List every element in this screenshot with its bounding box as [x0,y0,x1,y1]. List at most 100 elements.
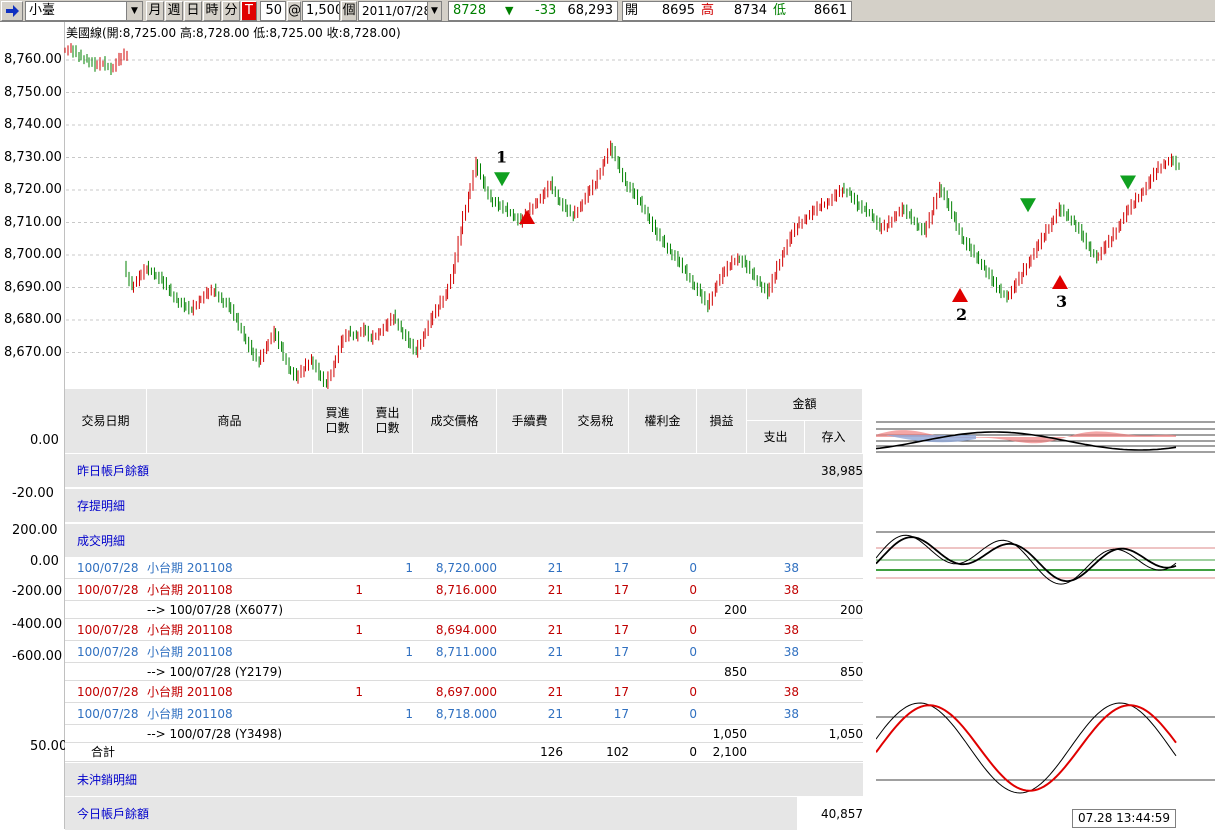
macd-indicator-panel[interactable] [876,389,1215,479]
col-buy-qty-line1: 買進 [325,406,350,420]
toolbar: 小臺 ▼ 月 週 日 時 分 T 50 @ 1,500 個 2011/07/28… [0,0,1215,22]
col-amount: 金額 [747,389,863,421]
col-fee[interactable]: 手續費 [497,389,563,453]
col-buy-qty[interactable]: 買進 口數 [313,389,363,453]
date-select[interactable]: 2011/07/28 ▼ [358,1,442,21]
reference-row: --> 100/07/28 (X6077) 200 200 [65,600,863,619]
clock: 07.28 13:44:59 [1072,809,1176,828]
reference-row: --> 100/07/28 (Y2179) 850 850 [65,662,863,681]
col-in[interactable]: 存入 [805,421,863,453]
buy-marker [1052,275,1068,289]
sell-marker [494,172,510,187]
cell-fee: 21 [547,561,563,575]
indicator-tick-label: 0.00 [30,433,59,448]
cell-price: 8,718.000 [435,707,497,721]
table-row[interactable]: 100/07/28 小台期 201108 1 8,711.000 21 17 0 38 [65,642,863,663]
cell-premium: 0 [689,623,697,637]
cell-product: 小台期 201108 [147,685,233,699]
table-row[interactable]: 100/07/28 小台期 201108 1 8,716.000 21 17 0 38 [65,580,863,601]
unit-input[interactable]: 1,500 [302,1,340,21]
period-minute-button[interactable]: 分 [222,1,240,21]
tick-flag-button[interactable]: T [241,1,257,21]
cell-premium: 0 [689,685,697,699]
cell-out: 38 [783,645,799,659]
cell-tax: 17 [613,685,629,699]
col-tax[interactable]: 交易稅 [563,389,629,453]
low-label: 低 [773,3,787,18]
cell-price: 8,697.000 [435,685,497,699]
cell-product: 小台期 201108 [147,561,233,575]
down-triangle-icon: ▼ [505,4,514,17]
cell-out: 38 [783,623,799,637]
table-row[interactable]: 100/07/28 小台期 201108 1 8,694.000 21 17 0 38 [65,620,863,641]
total-tax: 102 [606,745,629,759]
period-week-button[interactable]: 週 [165,1,183,21]
today-balance-value: 40,857 [797,797,863,831]
cell-sell-qty: 1 [405,645,413,659]
price-chart[interactable]: 1 2 3 [0,22,1215,390]
col-price[interactable]: 成交價格 [413,389,497,453]
cell-fee: 21 [547,583,563,597]
period-month-button[interactable]: 月 [146,1,164,21]
cell-date: 100/07/28 [77,561,139,575]
quote-box: 8728 ▼ -33 68,293 [448,1,618,21]
col-premium[interactable]: 權利金 [629,389,697,453]
go-arrow-button[interactable] [1,1,23,21]
product-select[interactable]: 小臺 ▼ [25,1,143,21]
col-product[interactable]: 商品 [147,389,313,453]
trade-table: 交易日期 商品 買進 口數 賣出 口數 成交價格 手續費 交易稅 權利金 損益 … [65,389,863,831]
cell-price: 8,711.000 [435,645,497,659]
cell-date: 100/07/28 [77,645,139,659]
col-date[interactable]: 交易日期 [65,389,147,453]
ref-in: 200 [840,603,863,617]
volume-value: 68,293 [567,3,614,18]
high-label: 高 [701,3,715,18]
date-value: 2011/07/28 [362,4,432,18]
product-value: 小臺 [29,3,56,18]
cell-buy-qty: 1 [355,685,363,699]
k-line [876,702,1177,794]
cell-tax: 17 [613,707,629,721]
col-sell-qty[interactable]: 賣出 口數 [363,389,413,453]
chevron-down-icon[interactable]: ▼ [126,2,142,20]
sell-marker [1020,198,1036,213]
period-hour-button[interactable]: 時 [203,1,221,21]
marker-label: 1 [496,147,507,166]
cell-product: 小台期 201108 [147,583,233,597]
kd-indicator-panel[interactable] [876,680,1215,805]
reference-row: --> 100/07/28 (Y3498) 1,050 1,050 [65,724,863,743]
table-row[interactable]: 100/07/28 小台期 201108 1 8,697.000 21 17 0 38 [65,682,863,703]
cell-premium: 0 [689,561,697,575]
indicator-tick-label: -600.00 [12,649,63,664]
prev-balance-row: 昨日帳戶餘額 38,985 [65,453,863,487]
cell-price: 8,694.000 [435,623,497,637]
d-line [876,704,1177,792]
change-value: -33 [535,3,557,18]
table-row[interactable]: 100/07/28 小台期 201108 1 8,720.000 21 17 0 38 [65,558,863,579]
cell-out: 38 [783,685,799,699]
chevron-down-icon[interactable]: ▼ [427,2,441,20]
cell-sell-qty: 1 [405,561,413,575]
sell-marker [1120,175,1136,190]
cell-price: 8,716.000 [435,583,497,597]
open-section[interactable]: 未沖銷明細 [65,762,863,796]
low-value: 8661 [813,3,847,18]
period-day-button[interactable]: 日 [184,1,202,21]
cell-fee: 21 [547,623,563,637]
table-header: 交易日期 商品 買進 口數 賣出 口數 成交價格 手續費 交易稅 權利金 損益 … [65,389,863,453]
trade-section[interactable]: 成交明細 [65,523,863,557]
indicator-tick-label: 50.00 [30,739,68,754]
last-price: 8728 [453,3,487,18]
col-out[interactable]: 支出 [747,421,805,453]
ref-text: --> 100/07/28 (Y2179) [147,665,283,679]
bar-count-input[interactable]: 50 [260,1,286,21]
cell-date: 100/07/28 [77,583,139,597]
deposit-section[interactable]: 存提明細 [65,488,863,522]
cell-out: 38 [783,561,799,575]
col-pnl[interactable]: 損益 [697,389,747,453]
cell-tax: 17 [613,645,629,659]
cell-fee: 21 [547,685,563,699]
table-row[interactable]: 100/07/28 小台期 201108 1 8,718.000 21 17 0 38 [65,704,863,725]
cell-tax: 17 [613,623,629,637]
cci-indicator-panel[interactable] [876,520,1215,610]
